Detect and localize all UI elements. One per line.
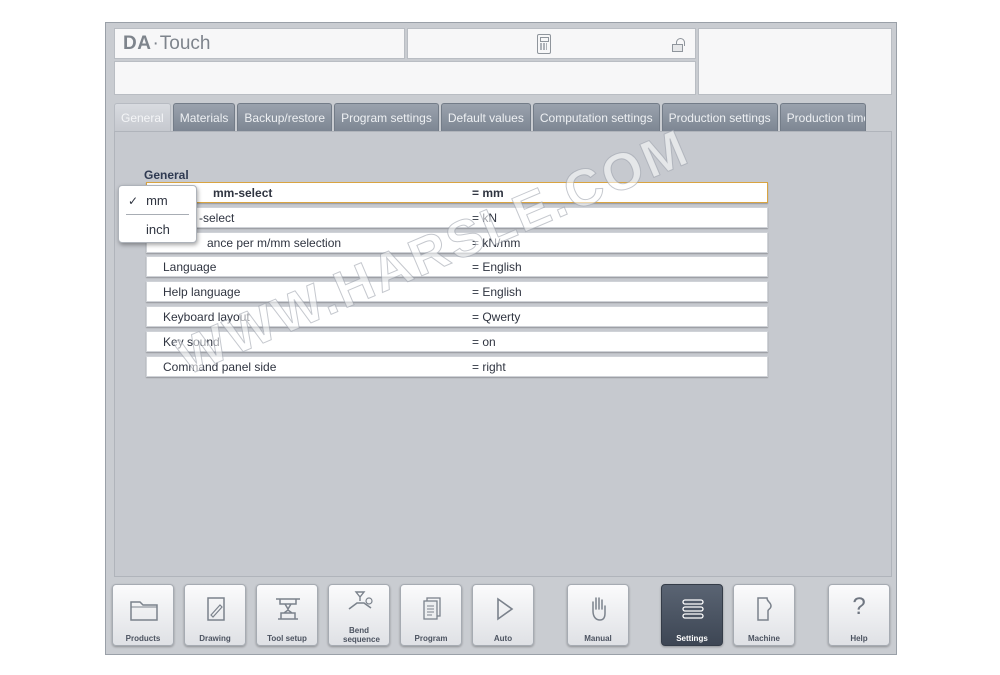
setting-row-command-panel-side[interactable]: Command panel side = right (146, 355, 768, 377)
dropdown-option-inch[interactable]: inch (146, 222, 170, 237)
drawing-button[interactable]: Drawing (184, 584, 246, 646)
button-label: Drawing (199, 634, 231, 643)
settings-panel: General mm-select = mm -select = kN ance… (114, 131, 892, 577)
program-button[interactable]: Program (400, 584, 462, 646)
tab-backup-restore[interactable]: Backup/restore (237, 103, 333, 131)
button-label: Bend sequence (343, 626, 380, 644)
unit-dropdown-popup: ✓ mm inch (118, 185, 197, 243)
tab-default-values[interactable]: Default values (440, 103, 531, 131)
setting-value: = mm (472, 186, 504, 200)
tab-computation-settings[interactable]: Computation settings (532, 103, 660, 131)
button-label: Machine (747, 634, 780, 643)
calculator-icon[interactable] (537, 34, 551, 54)
machine-button[interactable]: Machine (733, 584, 795, 646)
button-label: Help (850, 634, 868, 643)
tab-production-time[interactable]: Production time (779, 103, 866, 131)
tool-setup-button[interactable]: Tool setup (256, 584, 318, 646)
checkmark-icon: ✓ (128, 194, 139, 208)
button-label: Manual (584, 634, 612, 643)
setting-label: -select (199, 210, 235, 225)
setting-label: ance per m/mm selection (207, 235, 342, 250)
setting-row-language[interactable]: Language = English (146, 256, 768, 278)
app-logo: DA · Touch (114, 28, 405, 59)
dropdown-divider (126, 214, 189, 215)
settings-list-icon (682, 599, 704, 619)
button-label: Tool setup (267, 634, 307, 643)
setting-row-mm-select[interactable]: mm-select = mm (146, 182, 768, 203)
setting-value: = right (472, 359, 506, 374)
settings-tabs: General Materials Backup/restore Program… (114, 103, 866, 131)
setting-row-key-sound[interactable]: Key sound = on (146, 330, 768, 352)
tab-materials[interactable]: Materials (172, 103, 236, 131)
app-window: DA · Touch General Materials Backup/rest… (105, 22, 897, 655)
button-label: Settings (676, 634, 708, 643)
setting-value: = kN (472, 210, 498, 225)
bend-sequence-icon (348, 591, 373, 610)
hand-icon (592, 597, 606, 621)
products-button[interactable]: Products (112, 584, 174, 646)
status-bar (114, 61, 696, 95)
setting-label: Help language (163, 285, 241, 300)
option-label: mm (146, 193, 168, 208)
folder-icon (130, 601, 158, 621)
header-tools (407, 28, 696, 59)
tab-general[interactable]: General (114, 103, 171, 131)
tab-production-settings[interactable]: Production settings (661, 103, 778, 131)
setting-value: = on (472, 334, 496, 349)
play-icon (497, 597, 514, 621)
help-button[interactable]: ? Help (828, 584, 890, 646)
manual-button[interactable]: Manual (567, 584, 629, 646)
bend-sequence-button[interactable]: Bend sequence (328, 584, 390, 646)
button-label: Program (414, 634, 448, 643)
settings-list: mm-select = mm -select = kN ance per m/m… (146, 182, 768, 380)
setting-value: = Qwerty (472, 309, 521, 324)
program-icon (423, 597, 441, 620)
setting-label: mm-select (213, 186, 273, 200)
setting-row-keyboard-layout[interactable]: Keyboard layout = Qwerty (146, 305, 768, 327)
setting-label: Key sound (163, 334, 220, 349)
auto-button[interactable]: Auto (472, 584, 534, 646)
button-label: Products (125, 634, 161, 643)
header-right-panel (698, 28, 892, 95)
setting-value: = English (472, 260, 522, 275)
option-label: inch (146, 222, 170, 237)
setting-label: Command panel side (163, 359, 277, 374)
group-title: General (144, 168, 189, 182)
setting-row-force-select[interactable]: -select = kN (146, 206, 768, 228)
drawing-icon (207, 597, 225, 621)
setting-label: Language (163, 260, 217, 275)
dropdown-option-mm[interactable]: ✓ mm (128, 193, 168, 208)
logo-dot: · (152, 32, 159, 54)
tab-program-settings[interactable]: Program settings (334, 103, 439, 131)
logo-touch: Touch (159, 32, 211, 54)
machine-icon (757, 597, 772, 621)
tool-setup-icon (276, 598, 300, 620)
logo-da: DA (123, 32, 152, 54)
setting-row-resistance-selection[interactable]: ance per m/mm selection = kN/mm (146, 231, 768, 253)
setting-row-help-language[interactable]: Help language = English (146, 281, 768, 303)
help-icon: ? (852, 593, 866, 620)
unlock-icon[interactable] (672, 38, 685, 52)
setting-value: = kN/mm (472, 235, 521, 250)
setting-value: = English (472, 285, 522, 300)
setting-label: Keyboard layout (163, 309, 250, 324)
button-label: Auto (493, 634, 513, 643)
settings-button[interactable]: Settings (661, 584, 723, 646)
